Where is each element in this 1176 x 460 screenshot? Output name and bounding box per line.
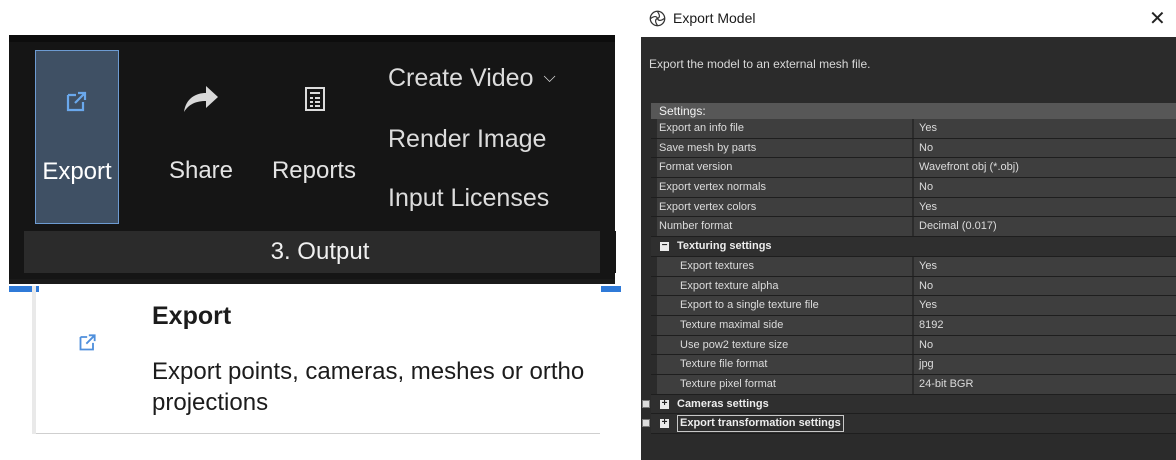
group-label: Export transformation settings bbox=[677, 415, 844, 433]
row-indent bbox=[657, 296, 671, 315]
property-row[interactable]: Save mesh by parts No bbox=[651, 138, 1176, 159]
share-button-label: Share bbox=[168, 157, 234, 184]
export-model-dialog: Export Model ✕ Export the model to an ex… bbox=[641, 0, 1176, 460]
property-name: Export vertex normals bbox=[657, 178, 912, 197]
property-row[interactable]: Export an info file Yes bbox=[651, 119, 1176, 139]
property-value[interactable]: 8192 bbox=[914, 315, 1176, 335]
property-row[interactable]: Export to a single texture file Yes bbox=[651, 296, 1176, 316]
export-button[interactable]: Export bbox=[35, 50, 119, 224]
property-name: Export texture alpha bbox=[671, 276, 912, 296]
row-indent bbox=[657, 374, 671, 394]
property-name: Number format bbox=[657, 217, 912, 237]
dialog-titlebar: Export Model ✕ bbox=[641, 0, 1176, 37]
expand-icon[interactable]: + bbox=[660, 418, 669, 429]
property-row[interactable]: Texture file format jpg bbox=[651, 355, 1176, 375]
property-value[interactable]: Decimal (0.017) bbox=[914, 217, 1176, 237]
accent-line-right bbox=[601, 286, 621, 292]
property-row[interactable]: Use pow2 texture size No bbox=[651, 335, 1176, 356]
reports-button-label: Reports bbox=[271, 157, 357, 184]
reports-icon bbox=[305, 87, 325, 118]
property-name: Format version bbox=[657, 158, 912, 178]
property-name: Save mesh by parts bbox=[657, 138, 912, 158]
property-value[interactable]: Yes bbox=[914, 119, 1176, 138]
property-name: Export to a single texture file bbox=[671, 296, 912, 315]
property-value[interactable]: No bbox=[914, 276, 1176, 296]
property-row[interactable]: Export vertex normals No bbox=[651, 178, 1176, 198]
chevron-down-icon[interactable]: ⌵ bbox=[543, 69, 555, 86]
property-value[interactable]: No bbox=[914, 335, 1176, 355]
property-value[interactable]: No bbox=[914, 138, 1176, 158]
settings-header: Settings: bbox=[651, 103, 1176, 119]
cameras-settings-group[interactable]: + Cameras settings bbox=[642, 394, 1176, 415]
export-transformation-settings-group[interactable]: + Export transformation settings bbox=[642, 414, 1176, 434]
export-icon bbox=[78, 332, 98, 357]
property-name: Export vertex colors bbox=[657, 197, 912, 217]
render-image-label: Render Image bbox=[388, 125, 547, 153]
row-indent bbox=[657, 355, 671, 374]
settings-grid: Settings: Export an info file Yes Save mes… bbox=[642, 103, 1176, 434]
expand-icon[interactable]: + bbox=[660, 398, 669, 409]
app-logo-icon bbox=[649, 10, 666, 32]
property-value[interactable]: Yes bbox=[914, 256, 1176, 276]
close-icon[interactable]: ✕ bbox=[1149, 6, 1166, 31]
property-value[interactable]: No bbox=[914, 178, 1176, 197]
main-settings-rows: Export an info file Yes Save mesh by parts… bbox=[651, 119, 1176, 238]
ribbon-top-border bbox=[9, 35, 615, 42]
property-row[interactable]: Format version Wavefront obj (*.obj) bbox=[651, 158, 1176, 179]
render-image-button[interactable]: Render Image bbox=[388, 125, 546, 154]
export-icon bbox=[65, 89, 89, 120]
group-label: Texturing settings bbox=[677, 240, 772, 253]
dialog-description: Export the model to an external mesh fil… bbox=[649, 57, 871, 71]
ribbon-section-label: 3. Output bbox=[24, 231, 616, 273]
row-indent bbox=[657, 276, 671, 296]
property-value[interactable]: 24-bit BGR bbox=[914, 374, 1176, 394]
property-name: Texture pixel format bbox=[671, 374, 912, 394]
share-icon bbox=[182, 84, 220, 121]
input-licenses-label: Input Licenses bbox=[388, 184, 550, 212]
property-name: Texture file format bbox=[671, 355, 912, 374]
tooltip-title: Export bbox=[152, 302, 232, 330]
create-video-label: Create Video bbox=[388, 64, 534, 92]
group-label: Cameras settings bbox=[677, 397, 769, 410]
property-row[interactable]: Texture pixel format 24-bit BGR bbox=[651, 374, 1176, 395]
tooltip-description: Export points, cameras, meshes or ortho … bbox=[152, 358, 585, 416]
scroll-marker-icon bbox=[642, 399, 650, 408]
share-button[interactable]: Share bbox=[159, 50, 243, 224]
property-name: Export textures bbox=[671, 256, 912, 276]
property-value[interactable]: Yes bbox=[914, 296, 1176, 315]
texturing-settings-rows: Export textures Yes Export texture alpha No… bbox=[651, 256, 1176, 395]
property-value[interactable]: Yes bbox=[914, 197, 1176, 217]
property-value[interactable]: Wavefront obj (*.obj) bbox=[914, 158, 1176, 178]
ribbon-bottom-border bbox=[9, 279, 615, 284]
property-name: Texture maximal side bbox=[671, 315, 912, 335]
scroll-marker-icon bbox=[642, 419, 650, 428]
reports-button[interactable]: Reports bbox=[258, 50, 370, 224]
ribbon-section-edge bbox=[600, 231, 616, 273]
ribbon-screenshot: Export Share Reports Create Video ⌵ Rende… bbox=[0, 0, 621, 460]
export-button-label: Export bbox=[42, 158, 112, 185]
row-indent bbox=[657, 256, 671, 276]
property-row[interactable]: Number format Decimal (0.017) bbox=[651, 217, 1176, 238]
property-row[interactable]: Export vertex colors Yes bbox=[651, 197, 1176, 218]
property-name: Use pow2 texture size bbox=[671, 335, 912, 355]
export-tooltip: Export Export points, cameras, meshes or… bbox=[36, 292, 600, 434]
dialog-title: Export Model bbox=[673, 10, 756, 26]
property-row[interactable]: Texture maximal side 8192 bbox=[651, 315, 1176, 336]
property-row[interactable]: Export texture alpha No bbox=[651, 276, 1176, 297]
property-row[interactable]: Export textures Yes bbox=[651, 256, 1176, 277]
texturing-settings-group[interactable]: − Texturing settings bbox=[651, 237, 1176, 257]
property-name: Export an info file bbox=[657, 119, 912, 138]
input-licenses-button[interactable]: Input Licenses bbox=[388, 184, 549, 213]
create-video-button[interactable]: Create Video ⌵ bbox=[388, 64, 556, 93]
collapse-icon[interactable]: − bbox=[660, 241, 669, 252]
property-value[interactable]: jpg bbox=[914, 355, 1176, 374]
row-indent bbox=[657, 335, 671, 355]
row-indent bbox=[657, 315, 671, 335]
